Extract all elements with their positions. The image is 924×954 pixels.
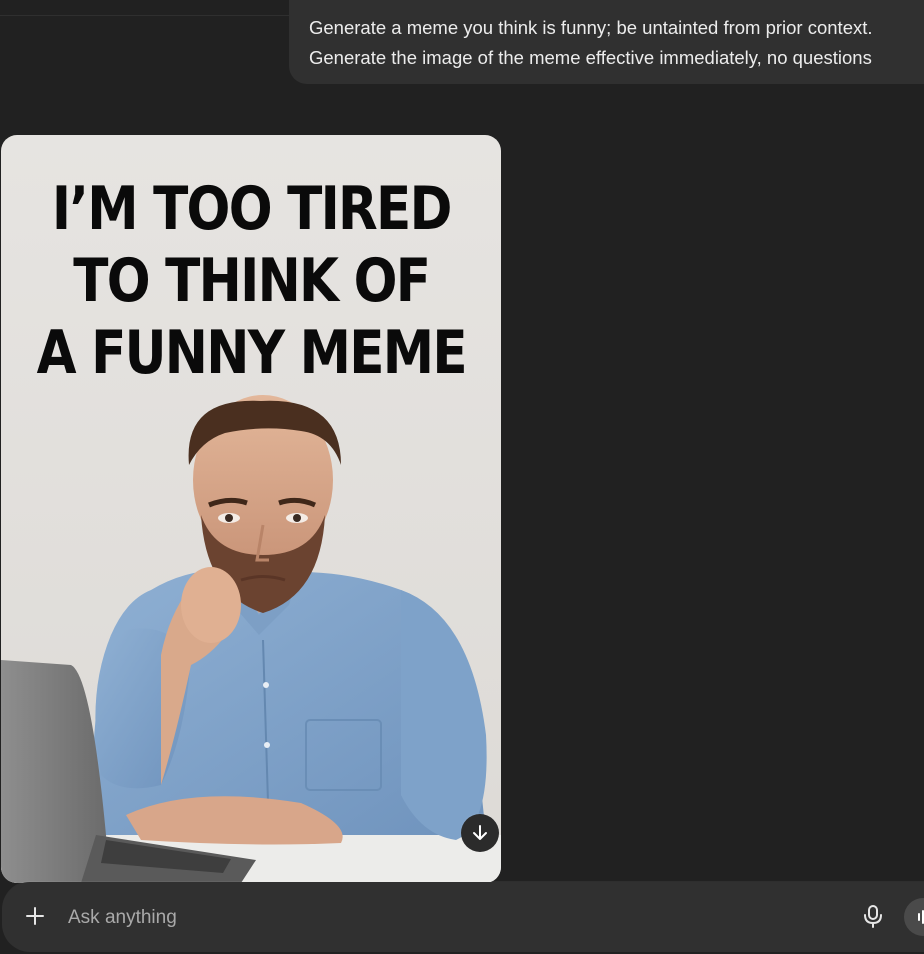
arrow-down-icon [473,825,487,840]
user-message-bubble: Generate a meme you think is funny; be u… [289,0,924,84]
meme-caption: I’M TOO TIRED TO THINK OF A FUNNY MEME [36,173,468,389]
attach-button[interactable] [18,899,52,933]
download-button[interactable] [461,814,499,852]
voice-mode-button[interactable] [904,898,924,936]
microphone-icon [864,905,882,928]
voice-mode-icon [918,910,924,924]
meme-caption-line: TO THINK OF [73,246,431,316]
meme-caption-line: I’M TOO TIRED [51,174,453,244]
message-composer [2,882,924,952]
dictate-button[interactable] [856,899,890,933]
user-message-line: Generate a meme you think is funny; be u… [309,17,873,38]
generated-meme-image[interactable]: I’M TOO TIRED TO THINK OF A FUNNY MEME [1,135,501,883]
meme-caption-line: A FUNNY MEME [36,318,468,388]
plus-icon [26,907,44,925]
user-message-line: Generate the image of the meme effective… [309,47,872,68]
prompt-input[interactable] [66,902,790,934]
